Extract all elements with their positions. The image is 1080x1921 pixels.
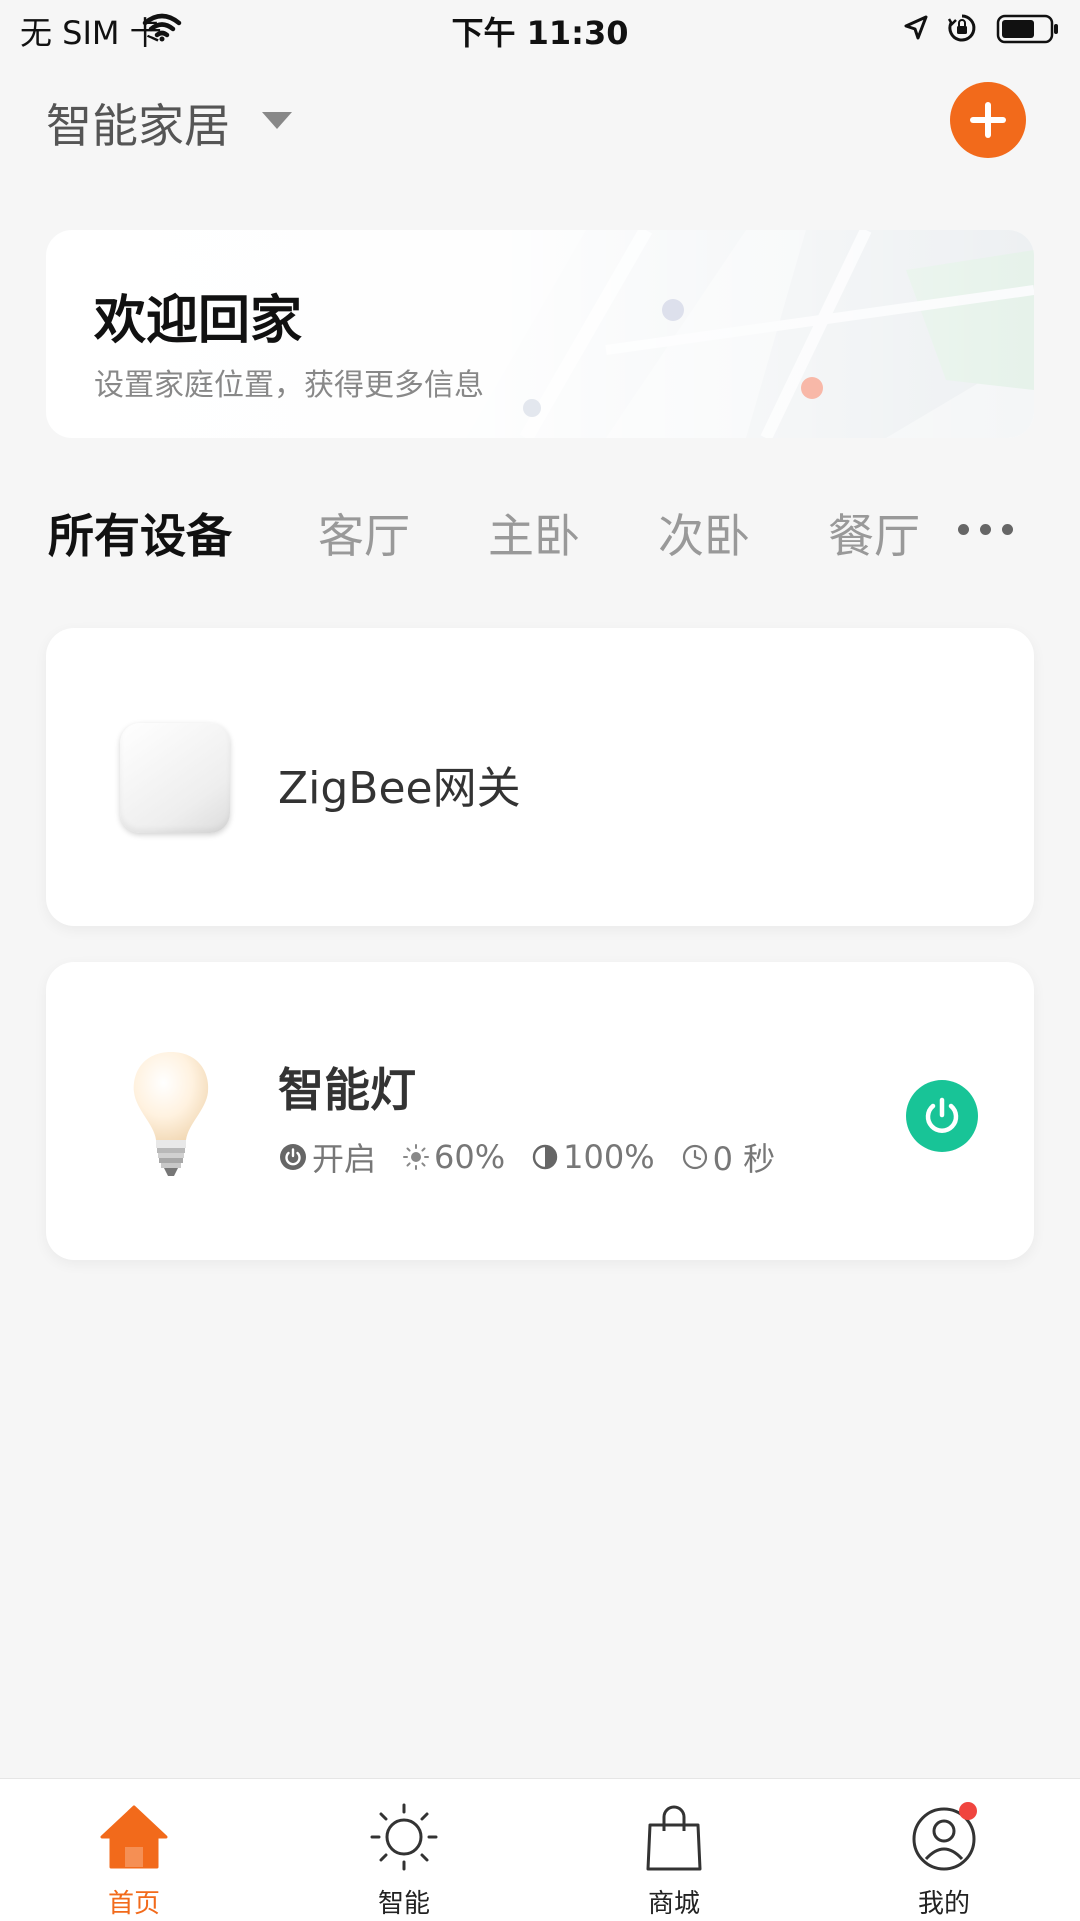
power-toggle-button[interactable] <box>906 1080 978 1152</box>
device-name: 智能灯 <box>278 1063 416 1117</box>
nav-home[interactable]: 首页 <box>54 1779 214 1921</box>
tab-living-room[interactable]: 客厅 <box>318 500 410 566</box>
nav-home-label: 首页 <box>107 1889 160 1919</box>
contrast-value: 100% <box>563 1138 655 1176</box>
tab-all-devices[interactable]: 所有设备 <box>48 500 232 566</box>
location-arrow-icon <box>904 15 928 40</box>
welcome-subtitle: 设置家庭位置，获得更多信息 <box>94 368 484 403</box>
welcome-card[interactable]: 欢迎回家 设置家庭位置，获得更多信息 <box>46 230 1034 438</box>
notification-badge <box>959 1802 977 1820</box>
power-icon <box>925 1097 959 1133</box>
contrast-icon <box>532 1144 558 1170</box>
timer-value: 0 秒 <box>712 1140 776 1178</box>
brightness: 60% <box>402 1138 505 1176</box>
home-selector[interactable]: 智能家居 <box>46 90 230 156</box>
sun-icon <box>370 1803 438 1871</box>
bottom-tab-bar: 首页 智能 商城 我的 <box>0 1778 1080 1921</box>
nav-mall[interactable]: 商城 <box>594 1779 754 1921</box>
nav-smart-label: 智能 <box>377 1889 430 1919</box>
power-icon <box>280 1144 306 1170</box>
nav-smart[interactable]: 智能 <box>324 1779 484 1921</box>
device-name: ZigBee网关 <box>278 763 521 814</box>
tab-second-bedroom[interactable]: 次卧 <box>658 500 750 566</box>
shopping-bag-icon <box>646 1805 702 1871</box>
more-icon[interactable] <box>958 524 1018 536</box>
profile-icon <box>912 1802 977 1871</box>
power-state: 开启 <box>278 1134 376 1180</box>
gateway-device-image <box>120 723 230 833</box>
brightness-icon <box>403 1144 430 1170</box>
status-bar: 无 SIM 卡 下午 11:30 <box>0 0 1080 60</box>
add-device-button[interactable] <box>950 82 1026 158</box>
caret-down-icon[interactable] <box>262 112 292 129</box>
timer: 0 秒 <box>681 1134 776 1180</box>
battery-icon <box>996 14 1058 44</box>
rotation-lock-icon <box>947 14 976 42</box>
device-card-smart-lamp[interactable]: 智能灯 开启 60% 100% 0 秒 <box>46 962 1034 1260</box>
brightness-value: 60% <box>434 1138 506 1176</box>
welcome-title: 欢迎回家 <box>94 291 303 351</box>
nav-mall-label: 商城 <box>647 1889 700 1919</box>
tab-dining-room[interactable]: 餐厅 <box>828 500 920 566</box>
home-icon <box>100 1805 168 1869</box>
light-bulb-image <box>133 1052 209 1176</box>
clock-icon <box>682 1144 707 1170</box>
device-card-gateway[interactable]: ZigBee网关 <box>46 628 1034 926</box>
nav-me-label: 我的 <box>917 1889 970 1919</box>
power-state-text: 开启 <box>312 1140 377 1178</box>
tab-master-bedroom[interactable]: 主卧 <box>488 500 580 566</box>
device-status-row: 开启 60% 100% 0 秒 <box>278 1134 801 1180</box>
contrast: 100% <box>531 1138 655 1176</box>
nav-me[interactable]: 我的 <box>864 1779 1024 1921</box>
